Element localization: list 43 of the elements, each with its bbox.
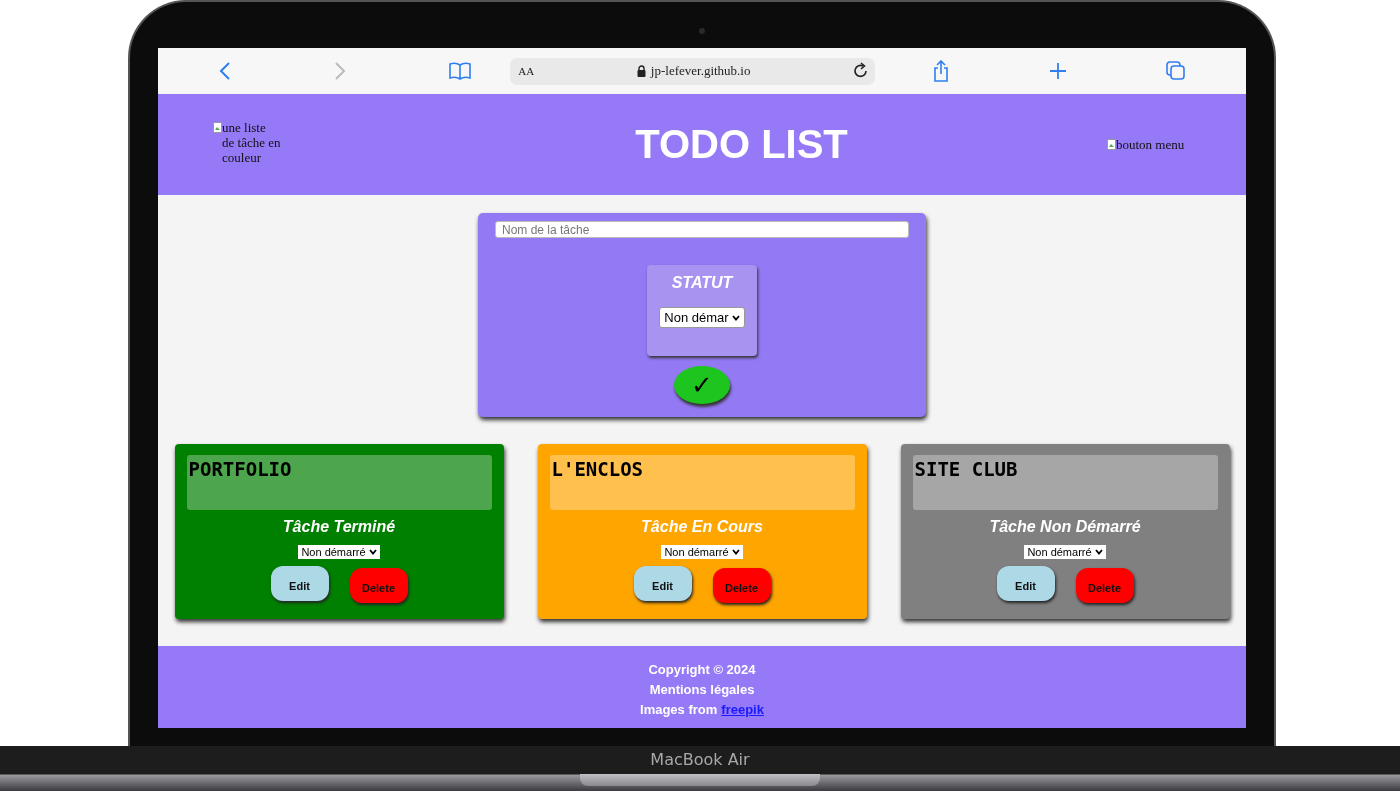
- plus-icon[interactable]: [1049, 62, 1067, 80]
- share-icon[interactable]: [932, 60, 950, 82]
- text-size-button[interactable]: AA: [518, 65, 535, 77]
- credit-text: Images from: [640, 701, 718, 719]
- chevron-icon[interactable]: [731, 549, 740, 555]
- edit-button[interactable]: Edit: [633, 566, 692, 601]
- task-status-label: Tâche Terminé: [282, 518, 396, 536]
- submit-button[interactable]: ✓: [674, 366, 730, 404]
- delete-button[interactable]: Delete: [1075, 568, 1134, 603]
- camera-dot: [699, 28, 705, 34]
- task-status-label: Tâche En Cours: [641, 518, 763, 536]
- url-text: jp-lefever.github.io: [650, 63, 751, 79]
- chevron-icon[interactable]: [731, 314, 740, 321]
- chevron-icon[interactable]: [1094, 549, 1103, 555]
- footer-text: Copyright © 2024: [648, 661, 756, 679]
- delete-button[interactable]: Delete: [349, 568, 408, 603]
- task-name-field[interactable]: SITE CLUB: [912, 455, 1218, 510]
- task-name-field[interactable]: L'ENCLOS: [549, 455, 855, 510]
- edit-button[interactable]: Edit: [270, 566, 329, 601]
- logo-alt-text: une liste de tâche en couleur: [222, 120, 281, 165]
- status-dropdown[interactable]: Non démarré: [298, 545, 380, 559]
- chevron-icon[interactable]: [368, 549, 377, 555]
- menu-alt-text: bouton menu: [1116, 137, 1185, 152]
- task-name-field[interactable]: PORTFOLIO: [186, 455, 492, 510]
- lock-icon[interactable]: [636, 65, 646, 77]
- status-dropdown[interactable]: Non démar: [659, 307, 745, 328]
- status-label: STATUT: [671, 274, 733, 292]
- reload-icon[interactable]: [853, 62, 870, 80]
- address-bar[interactable]: AA jp-lefever.github.io: [510, 57, 876, 85]
- bookmarks-icon[interactable]: [449, 62, 471, 80]
- broken-image-icon: [213, 122, 222, 133]
- task-name-field[interactable]: Nom de la tâche: [495, 221, 909, 238]
- back-icon[interactable]: [219, 61, 231, 81]
- device-label: MacBook Air: [650, 749, 750, 771]
- page-title: TODO LIST: [635, 122, 848, 167]
- delete-button[interactable]: Delete: [712, 568, 771, 603]
- status-dropdown[interactable]: Non démarré: [661, 545, 743, 559]
- tabs-icon[interactable]: [1166, 61, 1186, 81]
- task-status-label: Tâche Non Démarré: [989, 518, 1141, 536]
- edit-button[interactable]: Edit: [996, 566, 1055, 601]
- footer-text: Mentions légales: [649, 681, 755, 699]
- broken-image-icon: [1107, 139, 1116, 150]
- status-dropdown[interactable]: Non démarré: [1024, 545, 1106, 559]
